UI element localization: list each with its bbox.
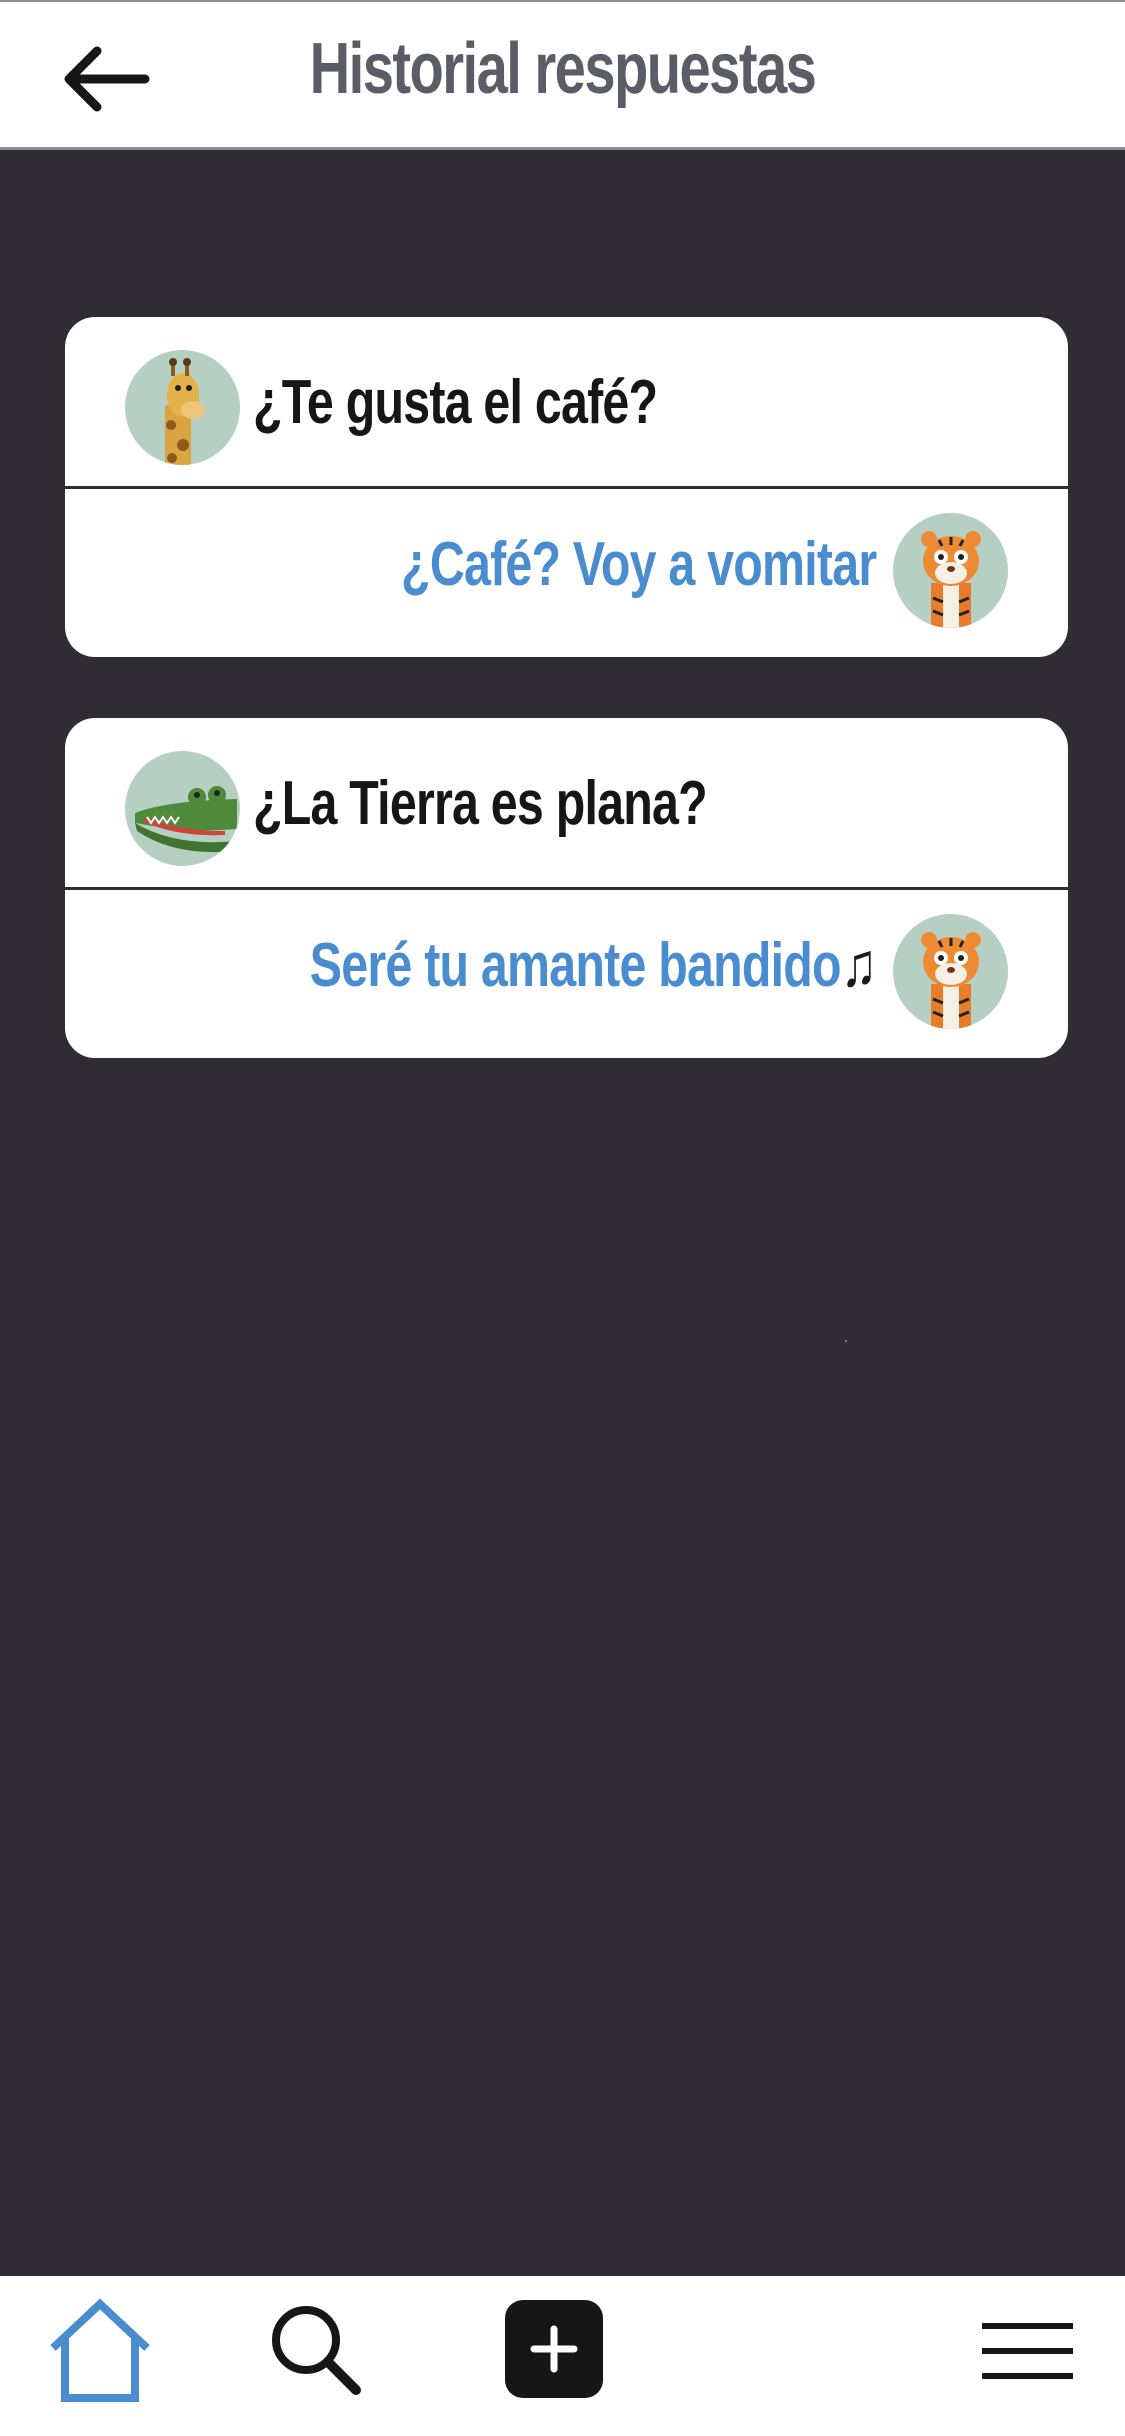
music-note-icon: ♫ — [840, 931, 877, 1000]
search-icon — [272, 2306, 361, 2395]
nav-add-button[interactable] — [505, 2300, 603, 2398]
answer-text: Seré tu amante bandido♫ — [309, 931, 877, 1000]
giraffe-avatar — [125, 350, 240, 465]
page-title: Historial respuestas — [309, 29, 817, 109]
nav-menu-button[interactable] — [980, 2296, 1075, 2406]
answer-text: ¿Café? Voy a vomitar — [400, 530, 877, 599]
speck — [845, 1340, 847, 1342]
answer-row: Seré tu amante bandido♫ — [65, 890, 1068, 1058]
menu-icon — [982, 2323, 1073, 2379]
nav-home-button[interactable] — [45, 2296, 155, 2406]
bottom-nav — [0, 2276, 1125, 2436]
question-text: ¿La Tierra es plana? — [253, 769, 708, 838]
crocodile-avatar — [125, 751, 240, 866]
plus-icon — [530, 2325, 578, 2373]
question-row: ¿La Tierra es plana? — [65, 718, 1068, 890]
question-row: ¿Te gusta el café? — [65, 317, 1068, 489]
answer-card[interactable]: ¿Te gusta el café? ¿Café? Voy a vomitar — [65, 317, 1068, 657]
home-icon — [50, 2298, 150, 2402]
tiger-avatar — [893, 914, 1008, 1029]
tiger-avatar — [893, 513, 1008, 628]
question-text: ¿Te gusta el café? — [253, 368, 658, 437]
header: Historial respuestas — [0, 0, 1125, 150]
answer-card[interactable]: ¿La Tierra es plana? Seré tu amante band… — [65, 718, 1068, 1058]
nav-search-button[interactable] — [262, 2296, 372, 2406]
answer-row: ¿Café? Voy a vomitar — [65, 489, 1068, 657]
